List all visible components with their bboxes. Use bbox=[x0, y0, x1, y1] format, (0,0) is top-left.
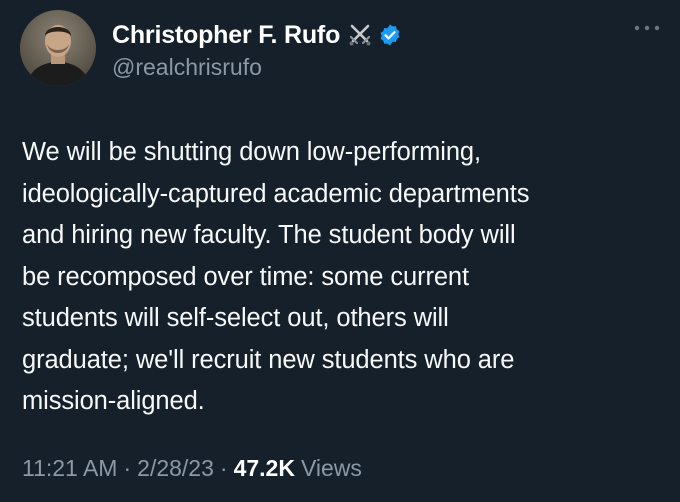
author-handle[interactable]: @realchrisrufo bbox=[112, 54, 402, 81]
meta-separator: · bbox=[219, 455, 228, 481]
verified-badge-icon bbox=[378, 23, 402, 47]
tweet-text: We will be shutting down low-performing,… bbox=[22, 138, 530, 415]
tweet-metadata: 11:21 AM · 2/28/23 · 47.2K Views bbox=[22, 455, 362, 482]
ellipsis-icon bbox=[634, 25, 660, 31]
tweet-time[interactable]: 11:21 AM bbox=[22, 455, 117, 482]
tweet-card: Christopher F. Rufo @realchrisrufo We wi… bbox=[0, 0, 680, 502]
avatar-photo bbox=[20, 10, 96, 86]
crossed-swords-icon bbox=[348, 23, 372, 47]
more-options-button[interactable] bbox=[632, 16, 662, 40]
meta-separator: · bbox=[123, 455, 132, 481]
author-display-name[interactable]: Christopher F. Rufo bbox=[112, 21, 340, 50]
name-row: Christopher F. Rufo bbox=[112, 18, 402, 52]
avatar[interactable] bbox=[20, 10, 96, 86]
author-identity: Christopher F. Rufo @realchrisrufo bbox=[112, 18, 402, 81]
tweet-date[interactable]: 2/28/23 bbox=[137, 455, 214, 482]
views-label: Views bbox=[300, 455, 362, 481]
views-count[interactable]: 47.2K bbox=[234, 455, 295, 482]
tweet-header: Christopher F. Rufo @realchrisrufo bbox=[20, 10, 402, 86]
